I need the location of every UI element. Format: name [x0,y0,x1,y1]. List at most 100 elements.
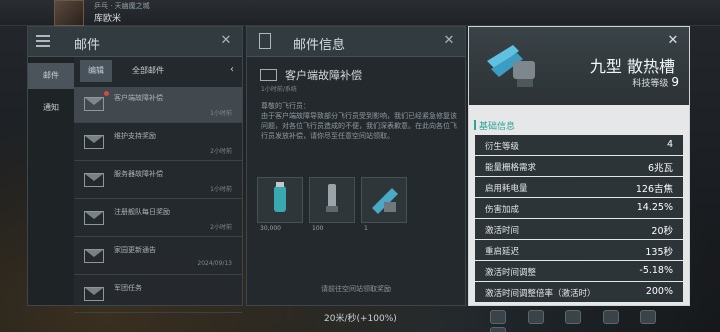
tab-edit[interactable]: 编辑 [80,60,112,82]
envelope-icon [84,173,104,187]
mail-item-time: 1小时前 [210,186,232,193]
mail-list-item[interactable]: 军团任务 [74,277,242,313]
coolant-canister-icon [274,182,286,212]
mail-item-title: 家园更新通告 [114,246,156,254]
attribute-name: 激活时间调整 [485,268,537,278]
mail-panel: 邮件 ✕ 邮件 通知 编辑 全部邮件 ‹ 客户端故障补偿 1小时前 维护支持奖励 2小… [27,26,243,313]
mail-item-time: 1小时前 [210,110,232,117]
mail-subject: 客户端故障补偿 [285,69,362,82]
menu-icon[interactable] [36,35,50,47]
attribute-value: 4 [666,139,673,150]
module-slot-icon[interactable] [640,310,656,324]
module-slot-icon[interactable] [490,327,506,332]
item-detail-panel: 九型 散热槽 科技等级 9 ✕ 基础信息 衍生等级 4 能量栅格需求 6兆瓦启用耗电量 1… [468,26,690,306]
close-icon[interactable]: ✕ [218,33,234,49]
envelope-icon [84,97,104,111]
attachment-item[interactable]: 1 [361,177,407,232]
mail-item-title: 服务器故障补偿 [114,170,163,178]
speed-readout: 20米/秒(+100%) [324,314,397,324]
attribute-name: 激活时间调整倍率（激活时） [485,289,596,299]
mail-list-item[interactable]: 维护支持奖励 2小时前 [74,125,242,161]
attribute-row: 激活时间调整倍率（激活时） 200% [475,282,683,302]
module-slot-icon[interactable] [490,310,506,324]
mail-item-title: 维护支持奖励 [114,132,156,140]
attribute-row: 能量栅格需求 6兆瓦 [475,156,683,176]
attribute-row: 激活时间 20秒 [475,219,683,239]
attribute-name: 启用耗电量 [485,184,528,194]
document-icon [259,33,271,49]
mail-item-time: 2024/09/13 [197,260,232,267]
mail-panel-header: 邮件 ✕ [28,27,242,57]
attribute-name: 衍生等级 [485,142,520,152]
attribute-row: 衍生等级 4 [475,135,683,155]
player-avatar[interactable] [54,0,84,26]
envelope-icon [260,69,277,81]
attribute-value: -5.18% [639,265,673,276]
attribute-row: 伤害加成 14.25% [475,198,683,218]
mail-list-item[interactable]: 注册舰队每日奖励 2小时前 [74,201,242,237]
envelope-icon [84,249,104,263]
attribute-value: 20秒 [651,226,673,237]
attribute-value: 135秒 [645,247,673,258]
tech-level-value: 9 [671,75,679,89]
mail-item-title: 注册舰队每日奖励 [114,208,170,216]
mail-list-item[interactable]: 服务器故障补偿 1小时前 [74,163,242,199]
mail-item-title: 客户端故障补偿 [114,94,163,102]
attachment-item[interactable]: 100 [309,177,355,232]
mail-item-time: 2小时前 [210,148,232,155]
attribute-name: 重启延迟 [485,247,520,257]
attachment-item[interactable]: 30,000 [257,177,303,232]
claim-hint: 请前往空间站领取奖励 [321,285,391,293]
attribute-name: 能量栅格需求 [485,163,537,173]
module-slot-icon[interactable] [565,310,581,324]
chevron-left-icon[interactable]: ‹ [230,64,234,75]
attribute-list: 衍生等级 4 能量栅格需求 6兆瓦启用耗电量 126吉焦伤害加成 14.25% 激活时间 20… [475,135,683,303]
attribute-name: 激活时间 [485,226,520,236]
attribute-name: 伤害加成 [485,205,520,215]
heatsink-module-icon [372,188,398,214]
mail-item-time: 2小时前 [210,224,232,231]
attribute-value: 200% [645,286,673,297]
attribute-row: 激活时间调整 -5.18% [475,261,683,281]
launcher-icon [326,184,338,212]
module-slot-icon[interactable] [602,310,619,324]
module-slot-icon[interactable] [527,310,544,324]
attachment-qty: 30,000 [260,225,281,232]
attribute-value: 6兆瓦 [647,163,673,174]
tech-level-label: 科技等级 [632,79,669,89]
attribute-value: 14.25% [636,202,673,213]
player-bar: 乒乓 · 天幽魔之城 库欧米 [0,0,720,26]
sidebar-tab-mail[interactable]: 邮件 [28,63,74,89]
attachment-qty: 1 [364,225,368,232]
mail-sidebar: 邮件 通知 [28,57,74,305]
close-icon[interactable]: ✕ [665,33,681,49]
envelope-icon [84,211,104,225]
sidebar-tab-notice[interactable]: 通知 [28,95,74,121]
mail-subtabs: 编辑 全部邮件 ‹ [80,60,242,82]
attribute-row: 重启延迟 135秒 [475,240,683,260]
module-bar [490,310,710,332]
player-name: 库欧米 [94,14,122,24]
mail-sender: 1小时前/系统 [261,86,297,93]
mail-list-item[interactable]: 家园更新通告 2024/09/13 [74,239,242,275]
envelope-icon [84,287,104,301]
mail-info-header: 邮件信息 ✕ [247,27,465,57]
attribute-value: 126吉焦 [635,184,673,195]
mail-list-item[interactable]: 客户端故障补偿 1小时前 [74,87,242,123]
envelope-icon [84,135,104,149]
player-subtitle: 乒乓 · 天幽魔之城 [94,2,150,10]
tab-all-mail[interactable]: 全部邮件 [124,60,172,82]
mail-info-title: 邮件信息 [293,38,346,53]
attribute-row: 启用耗电量 126吉焦 [475,177,683,197]
section-title: 基础信息 [479,122,516,132]
mail-item-title: 军团任务 [114,284,142,292]
close-icon[interactable]: ✕ [441,33,457,49]
tech-level: 科技等级 9 [632,75,679,89]
mail-panel-title: 邮件 [74,38,101,53]
item-name: 九型 散热槽 [589,57,675,76]
mail-body: 尊敬的飞行员： 由于客户端故障导致部分飞行员受到影响，我们已经紧急修复该问题，对… [261,102,457,140]
attachment-qty: 100 [312,225,324,232]
section-accent [474,120,476,130]
mail-info-panel: 邮件信息 ✕ 客户端故障补偿 1小时前/系统 尊敬的飞行员： 由于客户端故障导致… [246,26,466,306]
heatsink-module-icon [487,45,535,87]
